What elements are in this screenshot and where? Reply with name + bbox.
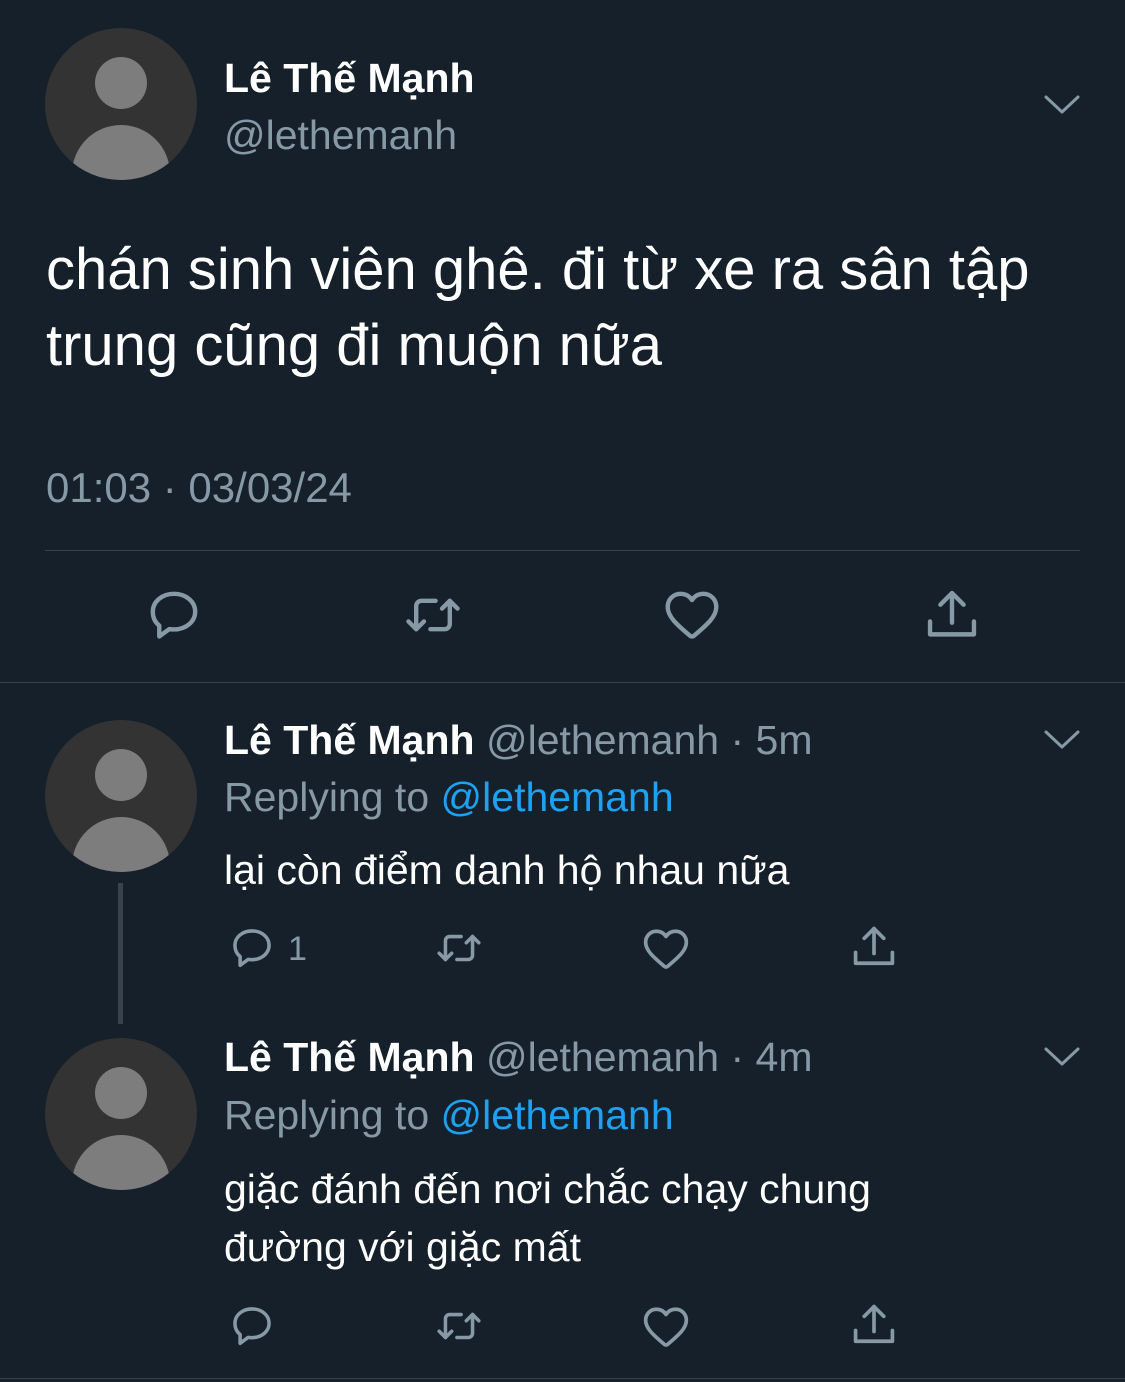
author-handle[interactable]: @lethemanh [486, 1034, 719, 1080]
avatar[interactable] [45, 1038, 197, 1190]
default-avatar-icon [95, 749, 147, 801]
reply-icon [227, 923, 277, 973]
avatar[interactable] [45, 720, 197, 872]
tweet-text: lại còn điểm danh hộ nhau nữa [224, 847, 790, 893]
share-icon [848, 921, 900, 973]
thread-line [118, 883, 123, 1024]
share-button[interactable] [848, 921, 900, 973]
replying-to: Replying to @lethemanh [224, 772, 674, 822]
reply-header: Lê Thế Mạnh @lethemanh · 4m [224, 1034, 813, 1080]
replying-to: Replying to @lethemanh [224, 1090, 674, 1140]
reply-icon [143, 584, 205, 646]
share-icon [920, 584, 984, 646]
reply-time: 5m [755, 717, 813, 763]
heart-icon [661, 584, 723, 646]
retweet-icon [431, 1301, 487, 1351]
reply-time: 4m [755, 1034, 813, 1080]
retweet-button[interactable] [431, 1301, 487, 1351]
share-button[interactable] [848, 1299, 900, 1351]
heart-icon [640, 923, 692, 975]
replying-to-label: Replying to [224, 1092, 430, 1138]
author-name[interactable]: Lê Thế Mạnh [224, 1034, 475, 1080]
share-icon [848, 1299, 900, 1351]
tweet-text: giặc đánh đến nơi chắc chạy chung đường … [224, 1166, 871, 1270]
author-name[interactable]: Lê Thế Mạnh [224, 717, 475, 763]
chevron-down-icon[interactable] [1042, 728, 1082, 752]
bottom-divider [0, 1378, 1125, 1379]
author-name[interactable]: Lê Thế Mạnh [224, 53, 475, 103]
default-avatar-icon [95, 57, 147, 109]
like-button[interactable] [640, 1301, 692, 1353]
reply-count: 1 [288, 930, 307, 968]
reply-header: Lê Thế Mạnh @lethemanh · 5m [224, 717, 813, 763]
chevron-down-icon[interactable] [1042, 1045, 1082, 1069]
author-handle[interactable]: @lethemanh [486, 717, 719, 763]
retweet-button[interactable] [431, 923, 487, 973]
retweet-icon [431, 923, 487, 973]
like-button[interactable] [661, 584, 723, 646]
author-handle[interactable]: @lethemanh [224, 110, 457, 160]
heart-icon [640, 1301, 692, 1353]
section-divider [0, 682, 1125, 683]
replying-to-label: Replying to [224, 774, 430, 820]
retweet-icon [399, 584, 467, 646]
divider [45, 550, 1080, 551]
like-button[interactable] [640, 923, 692, 975]
mention-link[interactable]: @lethemanh [441, 774, 674, 820]
mention-link[interactable]: @lethemanh [441, 1092, 674, 1138]
chevron-down-icon[interactable] [1042, 93, 1082, 117]
reply-button[interactable] [227, 923, 277, 973]
default-avatar-icon [95, 1067, 147, 1119]
retweet-button[interactable] [399, 584, 467, 646]
share-button[interactable] [920, 584, 984, 646]
tweet-timestamp: 01:03 · 03/03/24 [46, 464, 352, 511]
tweet-text: chán sinh viên ghê. đi từ xe ra sân tập … [46, 237, 1030, 378]
reply-icon [227, 1301, 277, 1351]
avatar[interactable] [45, 28, 197, 180]
reply-button[interactable] [227, 1301, 277, 1351]
reply-button[interactable] [143, 584, 205, 646]
